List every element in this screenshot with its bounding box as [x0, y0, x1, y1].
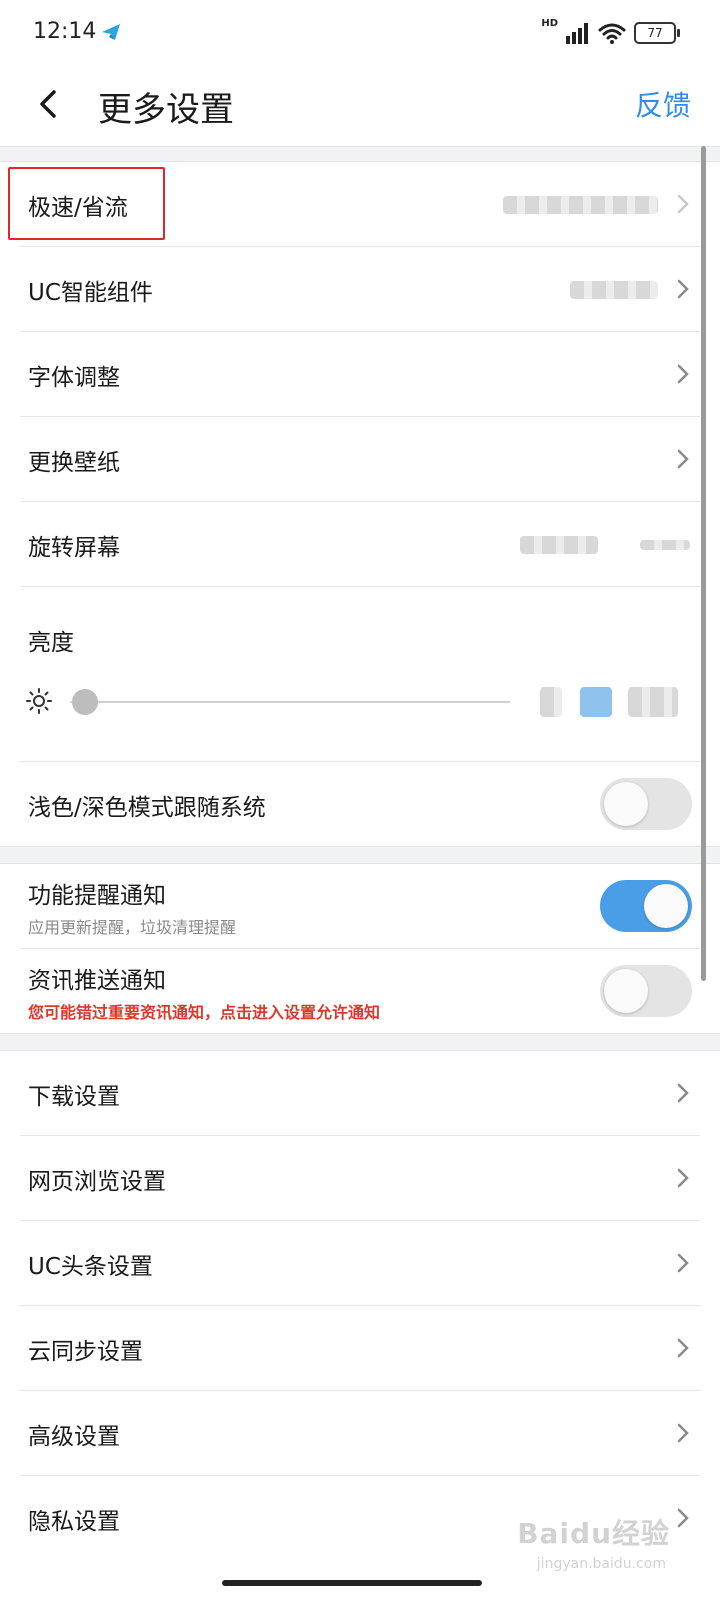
chevron-right-icon [677, 1338, 689, 1358]
battery-icon: 77 [634, 22, 680, 44]
brightness-option-blurred [580, 687, 612, 717]
section-notifications: 功能提醒通知 应用更新提醒，垃圾清理提醒 资讯推送通知 您可能错过重要资讯通知，… [0, 864, 720, 1033]
setting-label: 网页浏览设置 [28, 1169, 166, 1195]
feature-reminder-toggle[interactable] [600, 880, 692, 932]
setting-subtitle: 应用更新提醒，垃圾清理提醒 [28, 918, 237, 937]
brightness-setting: 亮度 [20, 587, 700, 762]
header: 更多设置 反馈 [0, 64, 720, 146]
setting-title: 资讯推送通知 [28, 968, 166, 994]
brightness-label: 亮度 [28, 630, 74, 656]
setting-row-download[interactable]: 下载设置 [20, 1051, 700, 1136]
setting-row-font[interactable]: 字体调整 [20, 332, 700, 417]
setting-label: 旋转屏幕 [28, 535, 120, 561]
section-general: 下载设置 网页浏览设置 UC头条设置 云同步设置 高级设置 隐私设置 [0, 1051, 720, 1560]
brightness-slider-track[interactable] [70, 701, 510, 703]
setting-title: 功能提醒通知 [28, 883, 166, 909]
news-push-toggle[interactable] [600, 965, 692, 1017]
setting-row-news-push[interactable]: 资讯推送通知 您可能错过重要资讯通知，点击进入设置允许通知 [20, 949, 700, 1033]
setting-row-theme-follow[interactable]: 浅色/深色模式跟随系统 [20, 762, 700, 846]
chevron-right-icon [677, 279, 689, 299]
setting-label: UC智能组件 [28, 280, 153, 306]
setting-row-browsing[interactable]: 网页浏览设置 [20, 1136, 700, 1221]
page-title: 更多设置 [98, 90, 234, 130]
setting-row-rotate[interactable]: 旋转屏幕 [20, 502, 700, 587]
setting-label: 更换壁纸 [28, 450, 120, 476]
setting-label: 下载设置 [28, 1084, 120, 1110]
chevron-right-icon [677, 194, 689, 214]
setting-label: 字体调整 [28, 365, 120, 391]
setting-label: UC头条设置 [28, 1254, 153, 1280]
status-icons: HD 77 [541, 18, 680, 46]
theme-follow-toggle[interactable] [600, 778, 692, 830]
setting-label: 高级设置 [28, 1424, 120, 1450]
highlight-annotation [8, 167, 165, 240]
chevron-right-icon [677, 364, 689, 384]
toggle-knob [604, 782, 648, 826]
setting-row-wallpaper[interactable]: 更换壁纸 [20, 417, 700, 502]
feedback-link[interactable]: 反馈 [635, 84, 691, 124]
section-gap [0, 1033, 720, 1051]
watermark-logo: Baidu经验 [517, 1517, 670, 1550]
brightness-option-blurred [628, 687, 678, 717]
signal-icon [566, 23, 588, 44]
brightness-slider-thumb[interactable] [72, 689, 98, 715]
back-chevron-icon[interactable] [30, 80, 70, 128]
setting-row-advanced[interactable]: 高级设置 [20, 1391, 700, 1476]
status-time: 12:14 [33, 19, 97, 44]
network-type-label: HD [541, 18, 558, 29]
section-gap [0, 846, 720, 864]
settings-list[interactable]: 极速/省流 UC智能组件 字体调整 更换壁纸 旋转屏幕 亮度 浅色/深色模式跟随… [0, 146, 720, 1600]
chevron-right-icon [677, 1508, 689, 1528]
wifi-icon [598, 23, 626, 44]
sun-icon [26, 688, 52, 714]
setting-value-blurred [640, 540, 690, 550]
chevron-right-icon [677, 1253, 689, 1273]
scrollbar[interactable] [701, 146, 706, 981]
chevron-right-icon [677, 1083, 689, 1103]
setting-label: 隐私设置 [28, 1509, 120, 1535]
chevron-right-icon [677, 1423, 689, 1443]
chevron-right-icon [677, 449, 689, 469]
setting-label: 云同步设置 [28, 1339, 143, 1365]
setting-row-uc-widget[interactable]: UC智能组件 [20, 247, 700, 332]
setting-warning[interactable]: 您可能错过重要资讯通知，点击进入设置允许通知 [28, 999, 380, 1023]
chevron-right-icon [677, 1168, 689, 1188]
status-bar: 12:14 HD 77 [0, 0, 720, 64]
setting-value-blurred [570, 281, 658, 299]
setting-value-blurred [503, 196, 658, 214]
telegram-icon [102, 24, 120, 40]
home-indicator[interactable] [222, 1580, 482, 1586]
watermark-url: jingyan.baidu.com [536, 1556, 666, 1572]
setting-value-blurred [520, 536, 598, 554]
section-gap [0, 146, 720, 162]
section-display: 极速/省流 UC智能组件 字体调整 更换壁纸 旋转屏幕 亮度 浅色/深色模式跟随… [0, 162, 720, 846]
battery-level: 77 [647, 26, 663, 40]
brightness-option-blurred [540, 687, 562, 717]
setting-row-uc-headlines[interactable]: UC头条设置 [20, 1221, 700, 1306]
setting-row-cloud-sync[interactable]: 云同步设置 [20, 1306, 700, 1391]
setting-label: 浅色/深色模式跟随系统 [28, 795, 266, 821]
toggle-knob [644, 884, 688, 928]
toggle-knob [604, 969, 648, 1013]
setting-row-feature-reminder[interactable]: 功能提醒通知 应用更新提醒，垃圾清理提醒 [20, 864, 700, 949]
